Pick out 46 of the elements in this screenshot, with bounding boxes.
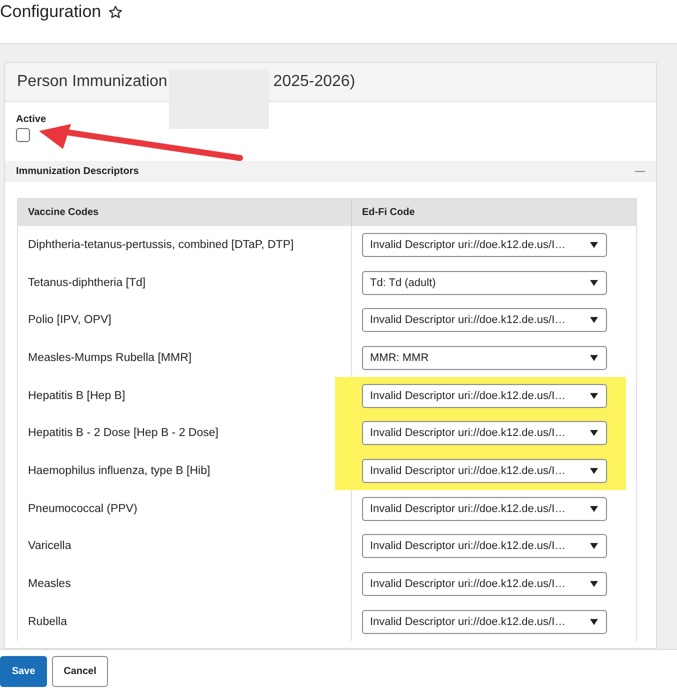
table-cell-text: Measles <box>27 577 72 592</box>
dropdown[interactable]: Invalid Descriptor uri://doe.k12.de.us/I… <box>362 610 607 634</box>
section-header[interactable]: Immunization Descriptors — <box>5 161 656 182</box>
table-cell-text: Pneumococcal (PPV) <box>27 502 138 517</box>
table-cell-text: Rubella <box>27 614 68 630</box>
table-cell-text: Hepatitis B - 2 Dose [Hep B - 2 Dose] <box>27 426 220 442</box>
dropdown[interactable]: Invalid Descriptor uri://doe.k12.de.us/I… <box>362 496 607 521</box>
column-header: Vaccine Codes <box>27 206 100 220</box>
table-cell-text: Varicella <box>27 539 72 554</box>
caret-icon <box>590 506 598 512</box>
star-icon[interactable] <box>108 5 124 20</box>
save-button[interactable]: Save <box>0 656 47 686</box>
dropdown[interactable]: Invalid Descriptor uri://doe.k12.de.us/I… <box>362 458 607 483</box>
cancel-button[interactable]: Cancel <box>52 656 108 686</box>
section-title: Immunization Descriptors <box>16 166 139 177</box>
column-header: Ed-Fi Code <box>351 199 636 226</box>
caret-icon <box>590 618 598 625</box>
checkbox[interactable] <box>16 128 30 142</box>
caret-icon <box>590 280 598 286</box>
dropdown[interactable]: Invalid Descriptor uri://doe.k12.de.us/I… <box>362 421 607 446</box>
table-cell-text: Diphtheria-tetanus-pertussis, combined [DTaP, DTP] <box>27 238 295 253</box>
caret-icon <box>590 430 598 436</box>
dropdown[interactable]: Invalid Descriptor uri://doe.k12.de.us/I… <box>362 232 607 257</box>
caret-icon <box>590 354 598 361</box>
table-cell-text: Measles-Mumps Rubella [MMR] <box>27 350 193 366</box>
caret-icon <box>590 581 598 588</box>
dropdown[interactable]: Invalid Descriptor uri://doe.k12.de.us/I… <box>362 572 607 596</box>
dropdown[interactable]: Invalid Descriptor uri://doe.k12.de.us/I… <box>362 308 607 332</box>
caret-icon <box>590 468 598 474</box>
table-cell-text: Polio [IPV, OPV] <box>27 313 112 328</box>
dropdown[interactable]: MMR: MMR <box>362 346 607 370</box>
caret-icon <box>590 317 598 324</box>
table-cell-text: Hepatitis B [Hep B] <box>27 388 126 404</box>
collapse-toggle[interactable]: — <box>635 166 645 177</box>
caret-icon <box>590 242 598 248</box>
card-title: Person Immunization <box>17 73 168 91</box>
page-title: Configuration <box>0 2 102 22</box>
dropdown[interactable]: Td: Td (adult) <box>362 270 607 295</box>
card-title: 2025-2026) <box>273 73 356 91</box>
table-cell-text: Haemophilus influenza, type B [Hib] <box>27 464 212 479</box>
dropdown[interactable]: Invalid Descriptor uri://doe.k12.de.us/I… <box>362 384 607 408</box>
caret-icon <box>590 392 598 399</box>
dropdown[interactable]: Invalid Descriptor uri://doe.k12.de.us/I… <box>362 534 607 558</box>
table-cell-text: Tetanus-diphtheria [Td] <box>27 276 147 291</box>
caret-icon <box>590 543 598 550</box>
field-label: Active <box>16 114 46 125</box>
